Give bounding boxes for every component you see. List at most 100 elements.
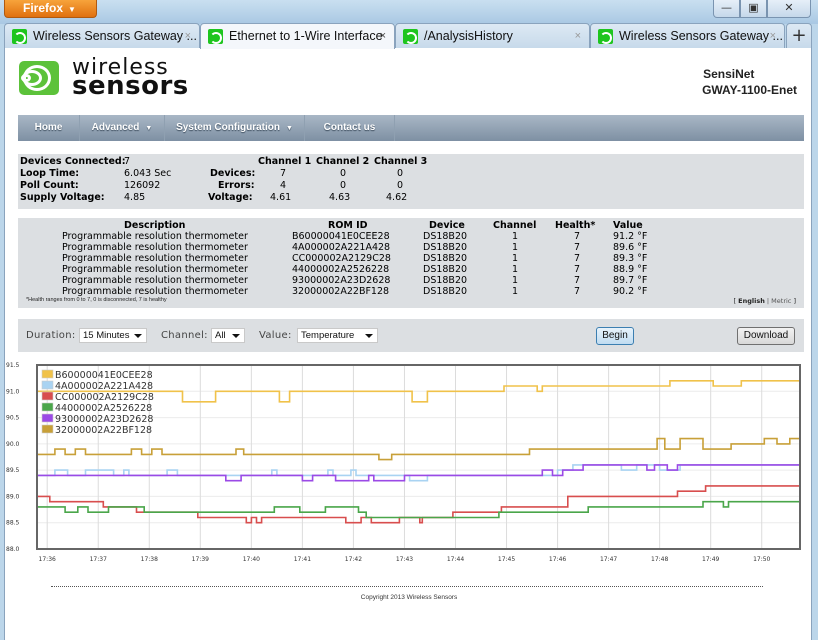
- y-tick-label: 91.0: [6, 388, 20, 395]
- cell-health: 7: [574, 275, 581, 286]
- close-tab-icon[interactable]: ×: [380, 24, 386, 48]
- english-units-link[interactable]: English: [738, 297, 765, 305]
- legend-swatch: [41, 424, 54, 434]
- loop-time-value: 6.043 Sec: [124, 168, 172, 179]
- channel3-devices: 0: [397, 168, 404, 179]
- cell-rom-id: CC000002A2129C28: [292, 253, 391, 264]
- x-tick-label: 17:50: [753, 556, 770, 563]
- history-chart-svg: 91.5 91.0 90.5 90.0 89.5 89.0 88.5 88.0 17:36 17:…: [6, 362, 801, 563]
- nav-label: Home: [34, 122, 63, 133]
- x-tick-label: 17:38: [141, 556, 158, 563]
- devices-connected-value: 7: [124, 156, 131, 167]
- y-tick-label: 90.0: [6, 441, 20, 448]
- channel1-devices: 7: [280, 168, 287, 179]
- y-tick-label: 89.5: [6, 467, 20, 474]
- channel2-voltage: 4.63: [329, 192, 351, 203]
- x-tick-label: 17:39: [192, 556, 209, 563]
- column-header-health: Health*: [555, 220, 596, 231]
- cell-description: Programmable resolution thermometer: [62, 264, 248, 275]
- channel-voltage-label: Voltage:: [208, 192, 253, 203]
- series-line-44000002A2526228: [37, 500, 800, 519]
- firefox-menu-button[interactable]: Firefox ▼: [4, 0, 97, 18]
- download-button[interactable]: Download: [737, 327, 795, 345]
- legend-swatch: [41, 369, 54, 379]
- channel-select[interactable]: All: [211, 328, 245, 343]
- wireless-sensors-favicon-icon: [208, 29, 223, 44]
- bracket: ]: [791, 297, 796, 305]
- new-tab-button[interactable]: +: [786, 23, 812, 49]
- cell-device: DS18B20: [423, 275, 468, 286]
- column-header-device: Device: [429, 220, 465, 231]
- cell-channel: 1: [512, 286, 519, 297]
- tab-title: Wireless Sensors Gateway ...: [619, 29, 783, 43]
- maximize-button[interactable]: ▣: [740, 0, 767, 18]
- tab-title: Wireless Sensors Gateway ...: [33, 29, 197, 43]
- window-titlebar: Firefox ▼ — ▣ ✕: [0, 0, 818, 24]
- channel-header: Channel 2: [316, 156, 370, 167]
- close-tab-icon[interactable]: ×: [185, 24, 191, 48]
- cell-device: DS18B20: [423, 242, 468, 253]
- copyright-text: Copyright 2013 Wireless Sensors: [360, 594, 458, 601]
- cell-channel: 1: [512, 253, 519, 264]
- minimize-button[interactable]: —: [713, 0, 740, 18]
- cell-description: Programmable resolution thermometer: [62, 286, 248, 297]
- legend-swatch: [41, 391, 54, 401]
- channel-label: Channel:: [161, 330, 208, 341]
- series-line-4A000002A221A428: [37, 464, 800, 482]
- nav-advanced[interactable]: Advanced ▼: [80, 115, 165, 141]
- legend-label: 4A000002A221A428: [55, 381, 153, 392]
- y-tick-label: 89.0: [6, 493, 20, 500]
- cell-value: 89.6 °F: [613, 242, 648, 253]
- duration-select[interactable]: 15 Minutes: [79, 328, 147, 343]
- channel1-errors: 4: [280, 180, 287, 191]
- duration-value: 15 Minutes: [83, 330, 130, 341]
- dropdown-arrow-icon: [134, 334, 142, 338]
- cell-description: Programmable resolution thermometer: [62, 253, 248, 264]
- cell-device: DS18B20: [423, 264, 468, 275]
- nav-home[interactable]: Home: [18, 115, 80, 141]
- cell-health: 7: [574, 286, 581, 297]
- chevron-down-icon: ▼: [68, 5, 76, 14]
- wireless-sensors-favicon-icon: [598, 29, 613, 44]
- legend-label: CC000002A2129C28: [55, 392, 154, 403]
- history-chart: 91.5 91.0 90.5 90.0 89.5 89.0 88.5 88.0 17:36 17:…: [5, 354, 813, 584]
- dropdown-arrow-icon: [365, 334, 373, 338]
- y-tick-label: 91.5: [6, 362, 20, 369]
- column-header-channel: Channel: [493, 220, 537, 231]
- metric-units-link[interactable]: Metric: [771, 297, 791, 305]
- cell-rom-id: 93000002A23D2628: [292, 275, 391, 286]
- close-window-button[interactable]: ✕: [767, 0, 811, 18]
- close-tab-icon[interactable]: ×: [770, 24, 776, 48]
- cell-value: 91.2 °F: [613, 231, 648, 242]
- tab-gateway-2[interactable]: Wireless Sensors Gateway ... ×: [590, 23, 785, 49]
- nav-contact-us[interactable]: Contact us: [305, 115, 395, 141]
- close-tab-icon[interactable]: ×: [575, 24, 581, 48]
- nav-label: Advanced: [91, 122, 140, 133]
- nav-system-configuration[interactable]: System Configuration ▼: [165, 115, 305, 141]
- value-select[interactable]: Temperature: [297, 328, 378, 343]
- dropdown-arrow-icon: [232, 334, 240, 338]
- cell-rom-id: 32000002A22BF128: [292, 286, 390, 297]
- tab-ethernet-1wire[interactable]: Ethernet to 1-Wire Interface ×: [200, 23, 395, 49]
- page-viewport: wireless sensors SensiNet GWAY-1100-Enet…: [4, 48, 812, 640]
- cell-value: 88.9 °F: [613, 264, 648, 275]
- history-controls: Duration: 15 Minutes Channel: All Value:…: [18, 319, 804, 352]
- legend-label: B60000041E0CEE28: [55, 370, 153, 381]
- x-tick-label: 17:48: [651, 556, 668, 563]
- x-tick-label: 17:44: [447, 556, 464, 563]
- begin-button[interactable]: Begin: [596, 327, 634, 345]
- unit-switcher: [ English | Metric ]: [734, 297, 796, 305]
- tab-gateway-1[interactable]: Wireless Sensors Gateway ... ×: [4, 23, 200, 49]
- footer-divider: [51, 586, 763, 587]
- nav-label: Contact us: [323, 122, 376, 133]
- main-nav: Home Advanced ▼ System Configuration ▼ Con…: [18, 115, 804, 141]
- cell-device: DS18B20: [423, 286, 468, 297]
- product-name: SensiNet: [703, 67, 755, 81]
- channel-errors-label: Errors:: [218, 180, 255, 191]
- cell-rom-id: B60000041E0CEE28: [292, 231, 390, 242]
- supply-voltage-label: Supply Voltage:: [20, 192, 105, 203]
- cell-value: 89.7 °F: [613, 275, 648, 286]
- tab-analysis-history[interactable]: /AnalysisHistory ×: [395, 23, 590, 49]
- channel-value: All: [215, 330, 226, 341]
- channel-devices-label: Devices:: [210, 168, 256, 179]
